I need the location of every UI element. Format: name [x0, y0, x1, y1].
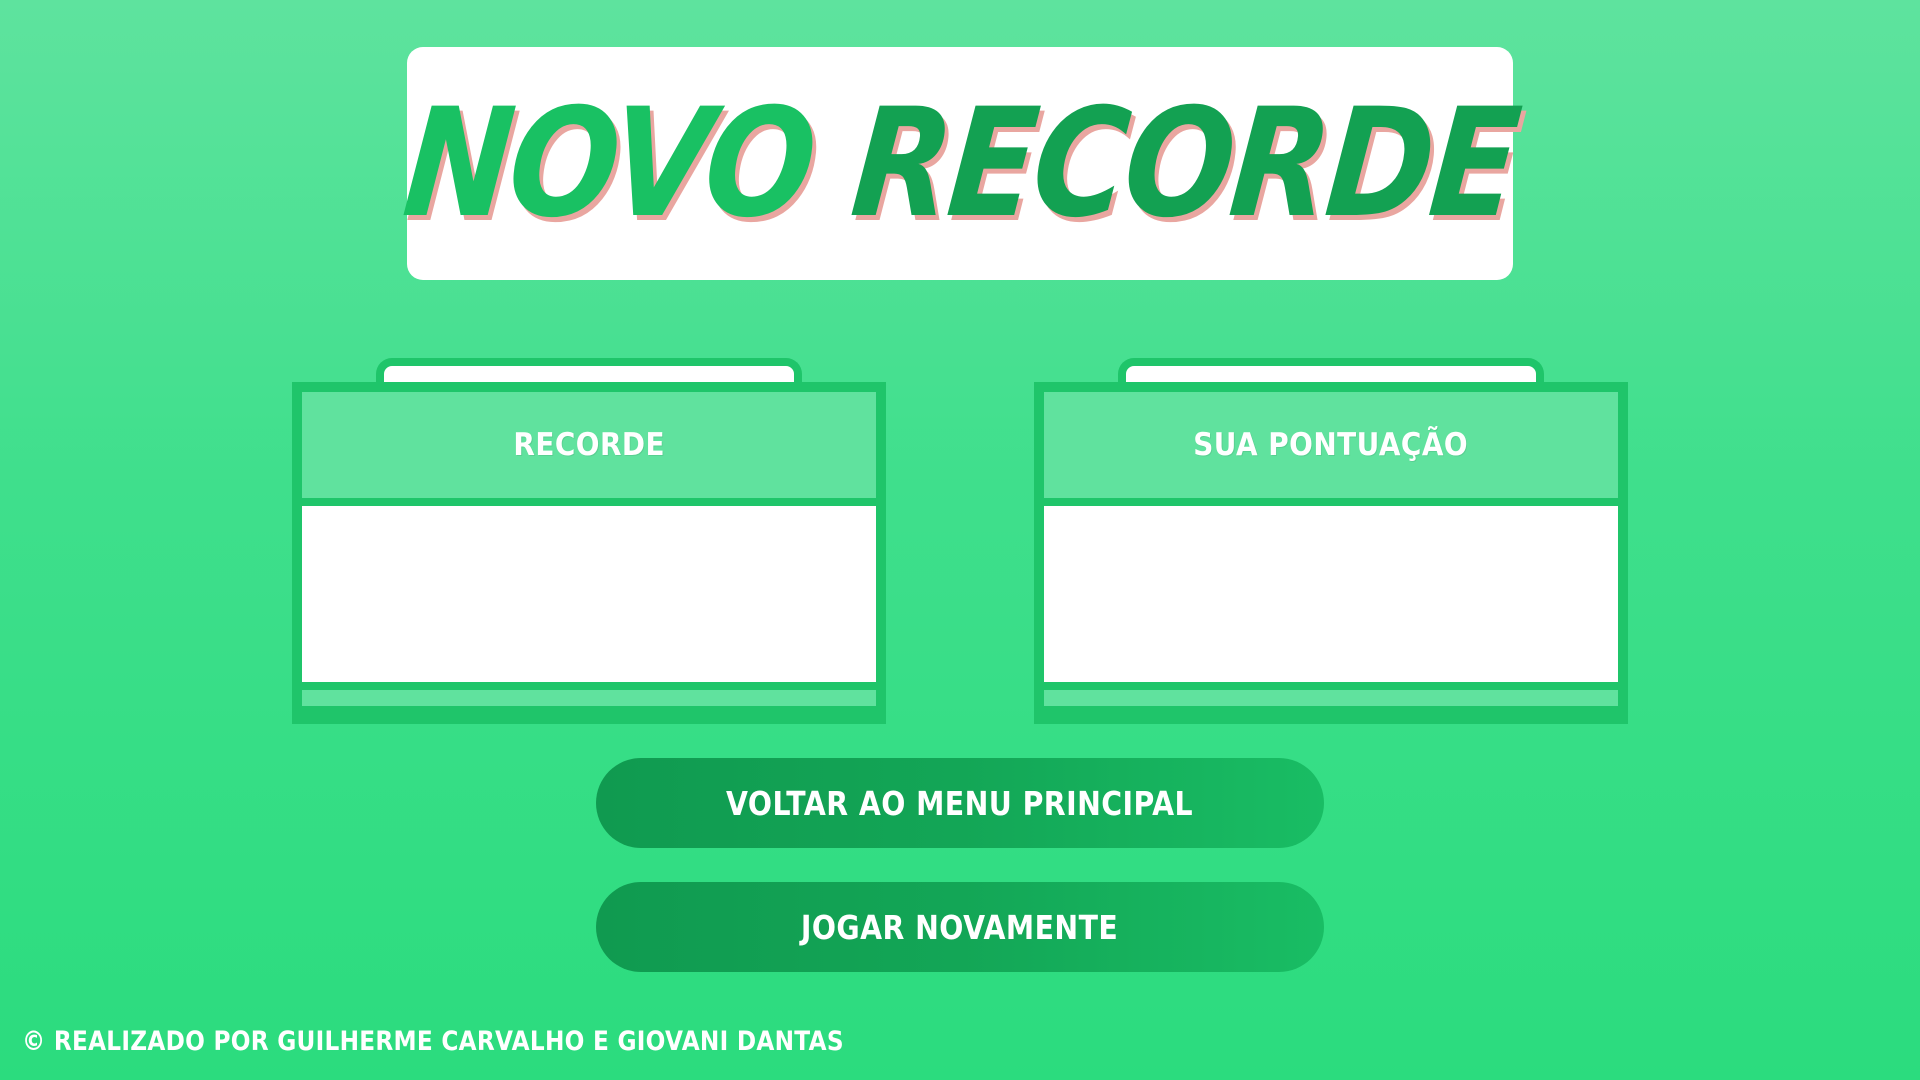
score-panel: SUA PONTUAÇÃO — [1034, 358, 1628, 724]
record-panel-header: RECORDE — [302, 392, 876, 498]
play-again-button-label: JOGAR NOVAMENTE — [801, 907, 1119, 947]
score-panel-frame: SUA PONTUAÇÃO — [1034, 382, 1628, 724]
title-word-recorde: RECORDE — [845, 76, 1523, 251]
score-label: SUA PONTUAÇÃO — [1193, 427, 1469, 463]
title-banner: NOVO RECORDE — [397, 47, 1523, 280]
record-label: RECORDE — [513, 427, 665, 463]
title-word-novo: NOVO — [397, 76, 820, 251]
record-value-area — [302, 506, 876, 682]
record-panel: RECORDE — [292, 358, 886, 724]
play-again-button[interactable]: JOGAR NOVAMENTE — [596, 882, 1324, 972]
credits-text: © REALIZADO POR GUILHERME CARVALHO E GIO… — [22, 1026, 844, 1057]
score-panel-header: SUA PONTUAÇÃO — [1044, 392, 1618, 498]
record-panel-footer — [302, 690, 876, 706]
page-title: NOVO RECORDE — [397, 77, 1523, 251]
record-panel-frame: RECORDE — [292, 382, 886, 724]
main-menu-button-label: VOLTAR AO MENU PRINCIPAL — [726, 783, 1194, 823]
score-value-area — [1044, 506, 1618, 682]
main-menu-button[interactable]: VOLTAR AO MENU PRINCIPAL — [596, 758, 1324, 848]
score-panel-footer — [1044, 690, 1618, 706]
